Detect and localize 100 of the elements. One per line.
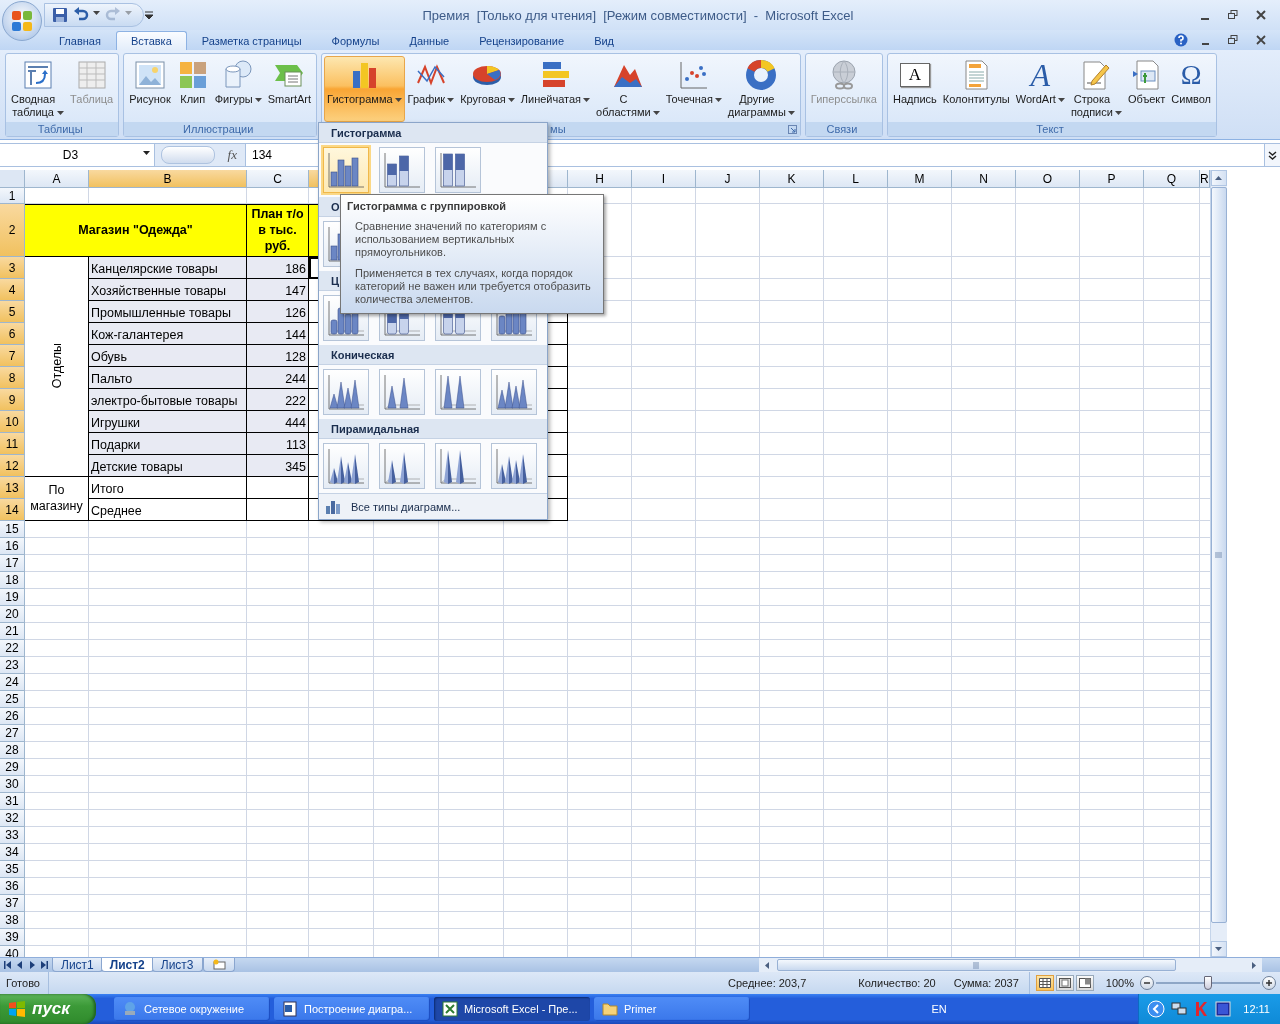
taskbar-button[interactable]: Сетевое окружение	[114, 997, 270, 1021]
ribbon-button[interactable]: SmartArt	[264, 56, 315, 122]
column-header[interactable]: N	[952, 170, 1016, 188]
ribbon-tab[interactable]: Данные	[394, 31, 465, 50]
ribbon-button[interactable]: С областями	[593, 56, 663, 122]
last-sheet-icon[interactable]	[40, 961, 48, 969]
next-sheet-icon[interactable]	[28, 961, 36, 969]
row-header[interactable]: 4	[0, 279, 25, 301]
row-header[interactable]: 7	[0, 345, 25, 367]
ribbon-tab[interactable]: Главная	[44, 31, 116, 50]
row-header[interactable]: 13	[0, 477, 25, 499]
chart-type-option[interactable]	[435, 369, 481, 415]
ribbon-button[interactable]: Другие диаграммы	[724, 56, 798, 122]
ribbon-button[interactable]: Строка подписи	[1067, 56, 1125, 122]
ribbon-button[interactable]: Клип	[173, 56, 212, 122]
ribbon-button[interactable]: Гистограмма	[324, 56, 405, 122]
row-header[interactable]: 15	[0, 521, 25, 538]
ribbon-button[interactable]: Точечная	[662, 56, 725, 122]
chart-type-option[interactable]	[435, 147, 481, 193]
row-header[interactable]: 19	[0, 589, 25, 606]
row-header[interactable]: 29	[0, 759, 25, 776]
first-sheet-icon[interactable]	[4, 961, 12, 969]
scroll-thumb[interactable]	[777, 959, 1176, 971]
ribbon-button[interactable]: Объект	[1124, 56, 1169, 122]
row-header[interactable]: 6	[0, 323, 25, 345]
row-header[interactable]: 28	[0, 742, 25, 759]
chart-type-option[interactable]	[323, 443, 369, 489]
language-indicator[interactable]: EN	[931, 1003, 947, 1015]
row-header[interactable]: 25	[0, 691, 25, 708]
row-header[interactable]: 24	[0, 674, 25, 691]
row-header[interactable]: 11	[0, 433, 25, 455]
row-header[interactable]: 22	[0, 640, 25, 657]
customize-toolbar-button[interactable]	[144, 11, 154, 19]
scroll-down-button[interactable]	[1210, 941, 1227, 957]
ribbon-button[interactable]: Круговая	[457, 56, 518, 122]
name-box[interactable]: D3	[0, 144, 155, 166]
row-header[interactable]: 37	[0, 895, 25, 912]
chart-type-option[interactable]	[491, 369, 537, 415]
row-header[interactable]: 26	[0, 708, 25, 725]
ribbon-tab[interactable]: Вид	[579, 31, 630, 50]
row-header[interactable]: 33	[0, 827, 25, 844]
ribbon-button[interactable]: Колонтитулы	[939, 56, 1013, 122]
column-header[interactable]: I	[632, 170, 696, 188]
ribbon-tab[interactable]: Рецензирование	[464, 31, 580, 50]
all-chart-types-item[interactable]: Все типы диаграмм...	[319, 493, 547, 519]
ribbon-tab[interactable]: Формулы	[316, 31, 395, 50]
zoom-level[interactable]: 100%	[1099, 977, 1140, 989]
column-header[interactable]: H	[568, 170, 632, 188]
insert-sheet-button[interactable]	[202, 958, 235, 972]
dialog-launcher-icon[interactable]	[787, 125, 797, 134]
ribbon-button[interactable]: Фигуры	[211, 56, 265, 122]
ribbon-button[interactable]: Линейчатая	[517, 56, 594, 122]
row-header[interactable]: 8	[0, 367, 25, 389]
chart-type-option[interactable]	[323, 147, 369, 193]
horizontal-scrollbar[interactable]	[759, 958, 1262, 972]
chart-type-option[interactable]	[491, 443, 537, 489]
taskbar-button[interactable]: Построение диагра...	[274, 997, 430, 1021]
chart-type-option[interactable]	[435, 443, 481, 489]
row-header[interactable]: 34	[0, 844, 25, 861]
column-header[interactable]: Q	[1144, 170, 1200, 188]
row-header[interactable]: 32	[0, 810, 25, 827]
row-header[interactable]: 5	[0, 301, 25, 323]
row-header[interactable]: 10	[0, 411, 25, 433]
row-header[interactable]: 38	[0, 912, 25, 929]
row-header[interactable]: 36	[0, 878, 25, 895]
row-header[interactable]: 30	[0, 776, 25, 793]
zoom-slider[interactable]	[1156, 975, 1260, 991]
slider-thumb[interactable]	[1204, 976, 1212, 990]
row-header[interactable]: 35	[0, 861, 25, 878]
chevron-left-icon[interactable]	[1147, 1000, 1166, 1018]
ribbon-button[interactable]: Рисунок	[126, 56, 174, 122]
zoom-out-button[interactable]	[1140, 976, 1154, 990]
sheet-tab[interactable]: Лист3	[151, 958, 203, 972]
ribbon-tab[interactable]: Вставка	[115, 31, 187, 50]
sheet-tab[interactable]: Лист1	[52, 958, 103, 972]
view-button[interactable]	[1055, 975, 1074, 991]
column-header[interactable]: A	[25, 170, 89, 188]
column-header[interactable]: C	[247, 170, 309, 188]
row-header[interactable]: 12	[0, 455, 25, 477]
column-header[interactable]: L	[824, 170, 888, 188]
column-header[interactable]: O	[1016, 170, 1080, 188]
view-button[interactable]	[1035, 975, 1054, 991]
undo-button[interactable]	[72, 7, 101, 23]
zoom-in-button[interactable]	[1262, 976, 1276, 990]
column-header[interactable]: B	[89, 170, 247, 188]
chart-type-option[interactable]	[379, 443, 425, 489]
row-header[interactable]: 2	[0, 204, 25, 257]
row-header[interactable]: 31	[0, 793, 25, 810]
insert-function-button[interactable]: fx	[225, 147, 239, 163]
sheet-tab[interactable]: Лист2	[100, 958, 154, 972]
taskbar-button[interactable]: Microsoft Excel - Пре...	[434, 997, 590, 1021]
formula-bar-handle[interactable]	[161, 146, 215, 164]
row-header[interactable]: 18	[0, 572, 25, 589]
ribbon-button[interactable]: График	[404, 56, 458, 122]
column-header[interactable]: P	[1080, 170, 1144, 188]
row-header[interactable]: 17	[0, 555, 25, 572]
row-header[interactable]: 21	[0, 623, 25, 640]
row-header[interactable]: 20	[0, 606, 25, 623]
column-header[interactable]: J	[696, 170, 760, 188]
column-header[interactable]: M	[888, 170, 952, 188]
